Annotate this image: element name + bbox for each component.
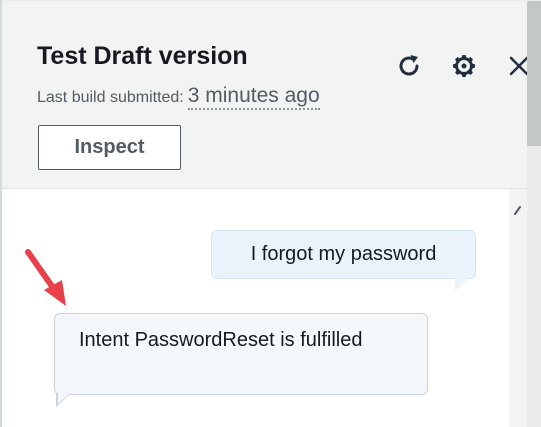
annotation-arrow-icon: [25, 249, 66, 306]
scroll-up-icon[interactable]: [514, 205, 522, 217]
user-message-tail: [455, 278, 469, 291]
user-message: I forgot my password: [211, 230, 476, 279]
gear-icon[interactable]: [448, 50, 480, 82]
inspect-button[interactable]: Inspect: [38, 125, 181, 170]
bot-message: Intent PasswordReset is fulfilled: [54, 313, 428, 395]
panel-title: Test Draft version: [37, 42, 248, 70]
bot-message-tail-fill: [58, 393, 70, 404]
build-status: Last build submitted: 3 minutes ago: [37, 84, 320, 110]
build-time-link[interactable]: 3 minutes ago: [187, 84, 320, 110]
refresh-icon[interactable]: [393, 50, 425, 82]
test-panel: Test Draft version Last build submitted:…: [0, 0, 541, 427]
panel-scrollbar-thumb[interactable]: [527, 1, 541, 146]
chat-scrollbar[interactable]: [509, 189, 527, 427]
build-status-label: Last build submitted:: [37, 89, 184, 106]
